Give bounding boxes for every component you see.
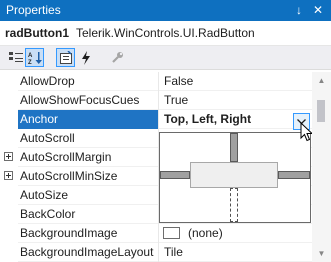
events-button[interactable] — [76, 48, 95, 67]
row-gutter — [0, 224, 18, 243]
property-name: AutoScroll — [20, 131, 75, 145]
anchor-control-preview — [190, 162, 278, 188]
row-gutter — [0, 129, 18, 148]
property-value[interactable]: Top, Left, Right — [164, 112, 251, 126]
scroll-thumb[interactable] — [317, 100, 325, 122]
property-name: BackgroundImageLayout — [20, 245, 154, 259]
property-value[interactable]: True — [164, 93, 188, 107]
column-divider — [158, 243, 159, 262]
property-value[interactable]: Tile — [164, 245, 183, 259]
property-row[interactable]: AllowShowFocusCues True — [0, 91, 312, 110]
row-gutter — [0, 167, 18, 186]
row-gutter — [0, 110, 18, 129]
anchor-editor-popup — [159, 132, 311, 223]
row-gutter — [0, 148, 18, 167]
scroll-up-icon[interactable]: ▲ — [312, 72, 331, 89]
svg-text:Z: Z — [28, 60, 32, 65]
property-name: AutoScrollMargin — [20, 150, 112, 164]
object-selector[interactable]: radButton1 Telerik.WinControls.UI.RadBut… — [0, 21, 331, 46]
property-value[interactable]: False — [164, 74, 193, 88]
property-name: AutoScrollMinSize — [20, 169, 118, 183]
object-name: radButton1 — [5, 26, 69, 40]
properties-icon — [59, 50, 72, 64]
expand-icon[interactable] — [4, 171, 13, 180]
svg-text:A: A — [28, 53, 33, 59]
scroll-down-icon[interactable]: ▼ — [312, 245, 331, 262]
property-row[interactable]: AllowDrop False — [0, 72, 312, 91]
property-name: Anchor — [20, 112, 59, 126]
row-gutter — [0, 205, 18, 224]
pin-icon: ↓ — [296, 3, 302, 17]
anchor-right-toggle[interactable] — [278, 171, 310, 179]
anchor-left-toggle[interactable] — [160, 171, 190, 179]
property-name: AllowDrop — [20, 74, 75, 88]
events-icon — [81, 50, 90, 65]
close-icon: ✕ — [312, 3, 324, 17]
property-pages-button[interactable] — [108, 48, 127, 67]
title-bar: Properties ↓ ✕ — [0, 0, 331, 21]
categorized-icon — [8, 52, 23, 62]
property-pages-icon — [112, 52, 123, 63]
categorized-button[interactable] — [6, 48, 25, 67]
pin-button[interactable]: ↓ — [291, 2, 307, 18]
column-divider — [158, 72, 159, 91]
column-divider — [158, 91, 159, 110]
property-row[interactable]: BackgroundImageLayout Tile — [0, 243, 312, 262]
row-gutter — [0, 72, 18, 91]
property-name: AllowShowFocusCues — [20, 93, 140, 107]
properties-button[interactable] — [56, 48, 75, 67]
close-button[interactable]: ✕ — [310, 2, 326, 18]
property-name: BackColor — [20, 207, 76, 221]
property-row[interactable]: BackgroundImage (none) — [0, 224, 312, 243]
property-name: AutoSize — [20, 188, 69, 202]
row-gutter — [0, 186, 18, 205]
alphabetical-button[interactable]: A Z — [25, 48, 44, 67]
alphabetical-icon: A Z — [28, 51, 42, 65]
object-type: Telerik.WinControls.UI.RadButton — [76, 26, 255, 40]
vertical-scrollbar[interactable]: ▲ ▼ — [312, 72, 331, 262]
column-divider — [158, 224, 159, 243]
expand-icon[interactable] — [4, 152, 13, 161]
property-row-selected[interactable]: Anchor Top, Left, Right — [0, 110, 312, 129]
anchor-top-toggle[interactable] — [230, 133, 238, 162]
row-gutter — [0, 243, 18, 262]
property-name: BackgroundImage — [20, 226, 118, 240]
window-title: Properties — [6, 3, 61, 17]
row-gutter — [0, 91, 18, 110]
property-value[interactable]: (none) — [188, 226, 223, 240]
anchor-bottom-toggle[interactable] — [230, 188, 238, 222]
image-swatch — [163, 227, 180, 239]
properties-toolbar: A Z — [0, 46, 331, 70]
column-divider — [158, 110, 159, 129]
